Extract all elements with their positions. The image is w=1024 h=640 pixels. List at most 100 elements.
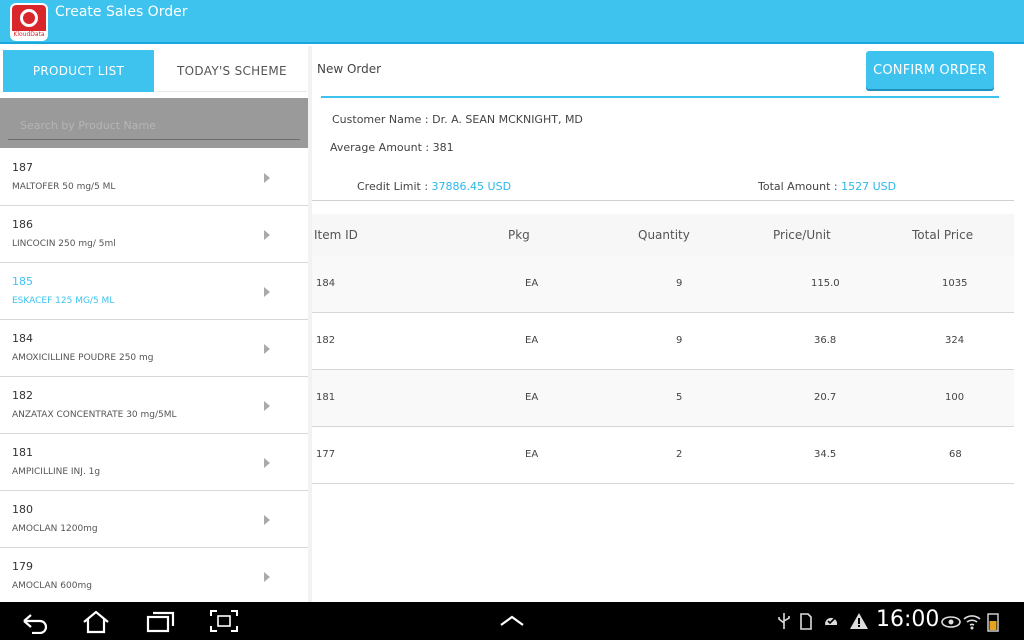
column-header-item-id[interactable]: Item ID <box>314 228 358 242</box>
tab-product-list[interactable]: PRODUCT LIST <box>3 50 154 92</box>
logo-text: KloudData <box>13 31 45 38</box>
cell-total-price: 100 <box>945 392 965 403</box>
cell-quantity: 9 <box>676 335 683 346</box>
list-item[interactable]: 184 AMOXICILLINE POUDRE 250 mg <box>0 320 308 377</box>
cell-pkg: EA <box>525 335 539 346</box>
wifi-icon <box>963 615 981 630</box>
cell-item-id: 181 <box>316 392 336 403</box>
credit-limit: Credit Limit : 37886.45 USD <box>357 180 511 193</box>
cell-price-unit: 20.7 <box>814 392 837 403</box>
customer-name: Customer Name : Dr. A. SEAN MCKNIGHT, MD <box>332 113 583 126</box>
table-row[interactable]: 182 EA 9 36.8 324 <box>312 313 1014 370</box>
screenshot-icon[interactable] <box>208 608 240 634</box>
list-item[interactable]: 182 ANZATAX CONCENTRATE 30 mg/5ML <box>0 377 308 434</box>
cell-price-unit: 36.8 <box>814 335 837 346</box>
list-item[interactable]: 187 MALTOFER 50 mg/5 ML <box>0 149 308 206</box>
cell-quantity: 9 <box>676 278 683 289</box>
home-icon[interactable] <box>80 608 112 634</box>
chevron-right-icon <box>264 401 270 411</box>
search-area <box>0 98 308 148</box>
chevron-up-icon[interactable] <box>497 608 527 634</box>
confirm-order-button[interactable]: CONFIRM ORDER <box>866 51 994 89</box>
cell-item-id: 177 <box>316 449 336 460</box>
product-name: AMOCLAN 600mg <box>12 581 92 591</box>
product-name: AMPICILLINE INJ. 1g <box>12 467 101 477</box>
chevron-right-icon <box>264 458 270 468</box>
left-panel: PRODUCT LIST TODAY'S SCHEME 187 MALTOFER… <box>0 46 308 605</box>
column-header-quantity[interactable]: Quantity <box>638 228 690 242</box>
order-heading: New Order <box>317 62 382 76</box>
list-item[interactable]: 181 AMPICILLINE INJ. 1g <box>0 434 308 491</box>
total-amount: Total Amount : 1527 USD <box>758 180 896 193</box>
chevron-right-icon <box>264 230 270 240</box>
app-logo[interactable]: KloudData <box>10 3 48 41</box>
average-label: Average Amount : <box>330 141 433 154</box>
product-id: 184 <box>12 332 33 345</box>
chevron-right-icon <box>264 344 270 354</box>
product-name: AMOCLAN 1200mg <box>12 524 98 534</box>
column-header-total-price[interactable]: Total Price <box>912 228 973 242</box>
cell-pkg: EA <box>525 392 539 403</box>
logo-shape <box>12 5 46 31</box>
heading-underline <box>321 96 999 98</box>
chevron-right-icon <box>264 173 270 183</box>
page-title: Create Sales Order <box>55 4 188 20</box>
total-label: Total Amount : <box>758 180 842 193</box>
system-nav-bar: 16:00 <box>0 602 1024 640</box>
product-name: AMOXICILLINE POUDRE 250 mg <box>12 353 154 363</box>
table-row[interactable]: 184 EA 9 115.0 1035 <box>312 256 1014 313</box>
product-id: 186 <box>12 218 33 231</box>
cell-total-price: 1035 <box>942 278 968 289</box>
cell-item-id: 184 <box>316 278 336 289</box>
product-name: MALTOFER 50 mg/5 ML <box>12 182 116 192</box>
cell-total-price: 324 <box>945 335 965 346</box>
product-name: ESKACEF 125 MG/5 ML <box>12 296 115 306</box>
average-amount: Average Amount : 381 <box>330 141 454 154</box>
visibility-icon <box>941 616 961 628</box>
product-id: 179 <box>12 560 33 573</box>
cell-pkg: EA <box>525 449 539 460</box>
cell-price-unit: 115.0 <box>811 278 840 289</box>
tab-todays-scheme[interactable]: TODAY'S SCHEME <box>157 50 307 92</box>
product-name: ANZATAX CONCENTRATE 30 mg/5ML <box>12 410 177 420</box>
usb-icon <box>778 613 790 629</box>
column-header-price-unit[interactable]: Price/Unit <box>773 228 831 242</box>
list-item[interactable]: 179 AMOCLAN 600mg <box>0 548 308 605</box>
customer-label: Customer Name : <box>332 113 433 126</box>
product-name: LINCOCIN 250 mg/ 5ml <box>12 239 116 249</box>
battery-icon <box>987 613 999 632</box>
product-list: 187 MALTOFER 50 mg/5 ML 186 LINCOCIN 250… <box>0 149 308 605</box>
product-id: 187 <box>12 161 33 174</box>
table-row[interactable]: 177 EA 2 34.5 68 <box>312 427 1014 484</box>
column-header-pkg[interactable]: Pkg <box>508 228 530 242</box>
list-item[interactable]: 180 AMOCLAN 1200mg <box>0 491 308 548</box>
app-bar: KloudData Create Sales Order <box>0 0 1024 44</box>
average-value: 381 <box>432 141 454 154</box>
list-item-selected[interactable]: 185 ESKACEF 125 MG/5 ML <box>0 263 308 320</box>
cell-total-price: 68 <box>949 449 962 460</box>
back-icon[interactable] <box>20 608 50 634</box>
cell-quantity: 2 <box>676 449 683 460</box>
recent-apps-icon[interactable] <box>145 608 177 634</box>
customer-value: Dr. A. SEAN MCKNIGHT, MD <box>432 113 583 126</box>
sync-icon <box>825 617 838 627</box>
chevron-right-icon <box>264 572 270 582</box>
order-panel: New Order CONFIRM ORDER Customer Name : … <box>312 46 1024 602</box>
product-id: 181 <box>12 446 33 459</box>
product-id: 185 <box>12 275 33 288</box>
clock: 16:00 <box>876 607 940 632</box>
chevron-right-icon <box>264 287 270 297</box>
credit-value: 37886.45 USD <box>431 180 512 193</box>
credit-label: Credit Limit : <box>357 180 432 193</box>
table-row[interactable]: 181 EA 5 20.7 100 <box>312 370 1014 427</box>
search-input[interactable] <box>8 112 300 140</box>
cell-pkg: EA <box>525 278 539 289</box>
sd-card-icon <box>800 613 812 630</box>
product-id: 180 <box>12 503 33 516</box>
table-header: Item ID Pkg Quantity Price/Unit Total Pr… <box>312 214 1014 256</box>
total-value: 1527 USD <box>841 180 897 193</box>
cell-price-unit: 34.5 <box>814 449 837 460</box>
order-table: 184 EA 9 115.0 1035 182 EA 9 36.8 324 18… <box>312 256 1014 484</box>
list-item[interactable]: 186 LINCOCIN 250 mg/ 5ml <box>0 206 308 263</box>
warning-icon <box>850 613 868 629</box>
